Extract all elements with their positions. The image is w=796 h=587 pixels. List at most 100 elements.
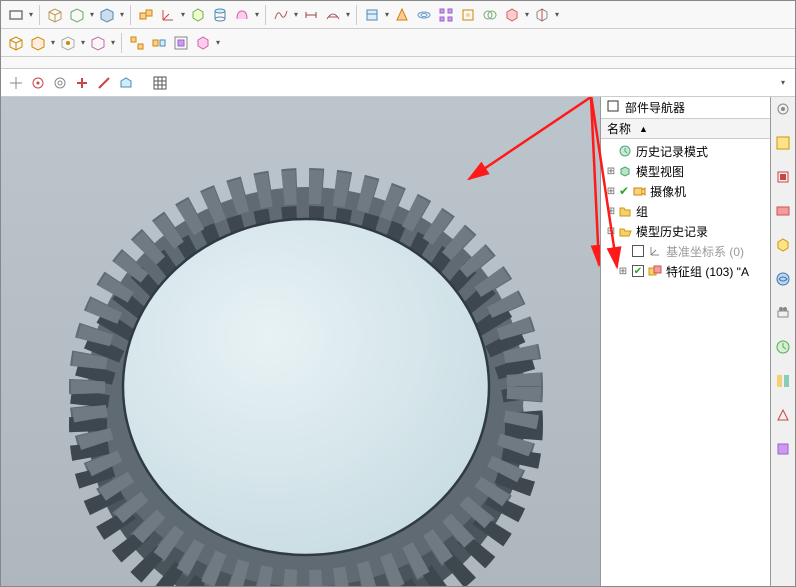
- snap-plus-icon[interactable]: [71, 72, 93, 94]
- tool-curve1-icon[interactable]: [270, 4, 292, 26]
- node-label: 模型历史记录: [636, 223, 708, 240]
- tool-split-icon[interactable]: [531, 4, 553, 26]
- navigator-header: 部件导航器: [601, 97, 770, 119]
- dropdown-icon[interactable]: ▾: [27, 4, 35, 26]
- tool-curve2-icon[interactable]: [322, 4, 344, 26]
- tool-rect-icon[interactable]: [5, 4, 27, 26]
- tool-box2-icon[interactable]: [66, 4, 88, 26]
- node-model-history[interactable]: ⊟ 模型历史记录: [601, 221, 770, 241]
- snap-face-icon[interactable]: [115, 72, 137, 94]
- navigator-tree: 历史记录模式 ⊞ 模型视图 ⊞ ✔ 摄像机 ⊞ 组 ⊟ 模型历史记录: [601, 139, 770, 586]
- node-label: 模型视图: [636, 163, 684, 180]
- tool-wire2-icon[interactable]: [27, 32, 49, 54]
- tool-cone-icon[interactable]: [391, 4, 413, 26]
- dock-tab3-icon[interactable]: [773, 201, 793, 221]
- dropdown-icon[interactable]: ▾: [383, 4, 391, 26]
- checkbox-checked[interactable]: ✔: [632, 265, 644, 277]
- node-feature-group[interactable]: ⊞ ✔ 特征组 (103) "A: [601, 261, 770, 281]
- tool-wire3-icon[interactable]: [57, 32, 79, 54]
- dropdown-icon[interactable]: ▾: [49, 32, 57, 54]
- dropdown-icon[interactable]: ▾: [109, 32, 117, 54]
- dock-tab7-icon[interactable]: [773, 337, 793, 357]
- camera-icon: [631, 184, 647, 198]
- tool-box1-icon[interactable]: [44, 4, 66, 26]
- tool-torus-icon[interactable]: [413, 4, 435, 26]
- dropdown-icon[interactable]: ▾: [79, 32, 87, 54]
- collapse-icon[interactable]: ⊟: [605, 225, 617, 237]
- tool-sheet1-icon[interactable]: [361, 4, 383, 26]
- tool-assy1-icon[interactable]: [126, 32, 148, 54]
- tool-join-icon[interactable]: [479, 4, 501, 26]
- dock-tab10-icon[interactable]: [773, 439, 793, 459]
- dropdown-icon[interactable]: ▾: [118, 4, 126, 26]
- dropdown-icon[interactable]: ▾: [292, 4, 300, 26]
- tool-box3-icon[interactable]: [96, 4, 118, 26]
- tool-shape-icon[interactable]: [231, 4, 253, 26]
- node-label: 历史记录模式: [636, 143, 708, 160]
- node-group[interactable]: ⊞ 组: [601, 201, 770, 221]
- grid-icon[interactable]: [149, 72, 171, 94]
- tool-assembly1-icon[interactable]: [135, 4, 157, 26]
- node-history-mode[interactable]: 历史记录模式: [601, 141, 770, 161]
- separator: [130, 5, 131, 25]
- dock-tab9-icon[interactable]: [773, 405, 793, 425]
- tool-pattern-icon[interactable]: [435, 4, 457, 26]
- node-datum-csys[interactable]: 基准坐标系 (0): [601, 241, 770, 261]
- expand-icon[interactable]: ⊞: [605, 205, 617, 217]
- expand-icon[interactable]: ⊞: [605, 165, 617, 177]
- toolbar-row-2: ▾ ▾ ▾ ▾: [1, 29, 795, 57]
- gear-model: [41, 107, 571, 586]
- toolbar-row-1: ▾ ▾ ▾ ▾ ▾ ▾ ▾ ▾ ▾ ▾: [1, 1, 795, 29]
- dropdown-icon[interactable]: ▾: [344, 4, 352, 26]
- tool-dim-icon[interactable]: [300, 4, 322, 26]
- csys-icon: [647, 244, 663, 258]
- separator: [265, 5, 266, 25]
- node-label: 基准坐标系 (0): [666, 243, 744, 260]
- dropdown-icon[interactable]: ▾: [775, 72, 791, 94]
- tool-cylinder-icon[interactable]: [209, 4, 231, 26]
- check-icon: ✔: [619, 184, 629, 198]
- tool-box4-icon[interactable]: [187, 4, 209, 26]
- expand-icon[interactable]: ⊞: [605, 185, 617, 197]
- checkbox-unchecked[interactable]: [632, 245, 644, 257]
- navigator-title: 部件导航器: [625, 99, 685, 116]
- dock-tab5-icon[interactable]: [773, 269, 793, 289]
- dropdown-icon[interactable]: ▾: [179, 4, 187, 26]
- dropdown-icon[interactable]: ▾: [214, 32, 222, 54]
- node-label: 特征组 (103) "A: [666, 263, 749, 280]
- tool-assy2-icon[interactable]: [148, 32, 170, 54]
- tool-assy4-icon[interactable]: [192, 32, 214, 54]
- column-name[interactable]: 名称: [607, 120, 631, 137]
- dock-tab8-icon[interactable]: [773, 371, 793, 391]
- clock-icon: [617, 144, 633, 158]
- dock-tab4-icon[interactable]: [773, 235, 793, 255]
- expand-icon[interactable]: ⊞: [617, 265, 629, 277]
- tool-assy3-icon[interactable]: [170, 32, 192, 54]
- sort-icon[interactable]: ▲: [639, 124, 648, 134]
- dropdown-icon[interactable]: ▾: [88, 4, 96, 26]
- dropdown-icon[interactable]: ▾: [253, 4, 261, 26]
- snap-circle-icon[interactable]: [27, 72, 49, 94]
- separator: [121, 33, 122, 53]
- dropdown-icon[interactable]: ▾: [553, 4, 561, 26]
- toolbar-row-selection: ▾: [1, 69, 795, 97]
- dropdown-icon[interactable]: ▾: [523, 4, 531, 26]
- snap-line-icon[interactable]: [93, 72, 115, 94]
- dock-tab6-icon[interactable]: [773, 303, 793, 323]
- viewport-3d[interactable]: [1, 97, 600, 586]
- node-camera[interactable]: ⊞ ✔ 摄像机: [601, 181, 770, 201]
- tool-subtract-icon[interactable]: [501, 4, 523, 26]
- dock-tab1-icon[interactable]: [773, 133, 793, 153]
- tool-axis-icon[interactable]: [157, 4, 179, 26]
- snap-cross-icon[interactable]: [5, 72, 27, 94]
- part-navigator-panel: 部件导航器 名称 ▲ 历史记录模式 ⊞ 模型视图 ⊞ ✔ 摄像机: [600, 97, 770, 586]
- cube-green-icon: [617, 164, 633, 178]
- tool-wire1-icon[interactable]: [5, 32, 27, 54]
- settings-gear-icon[interactable]: [773, 99, 793, 119]
- snap-target-icon[interactable]: [49, 72, 71, 94]
- tool-sketch-icon[interactable]: [457, 4, 479, 26]
- tool-wire4-icon[interactable]: [87, 32, 109, 54]
- node-model-view[interactable]: ⊞ 模型视图: [601, 161, 770, 181]
- dock-tab2-icon[interactable]: [773, 167, 793, 187]
- navigator-columns[interactable]: 名称 ▲: [601, 119, 770, 139]
